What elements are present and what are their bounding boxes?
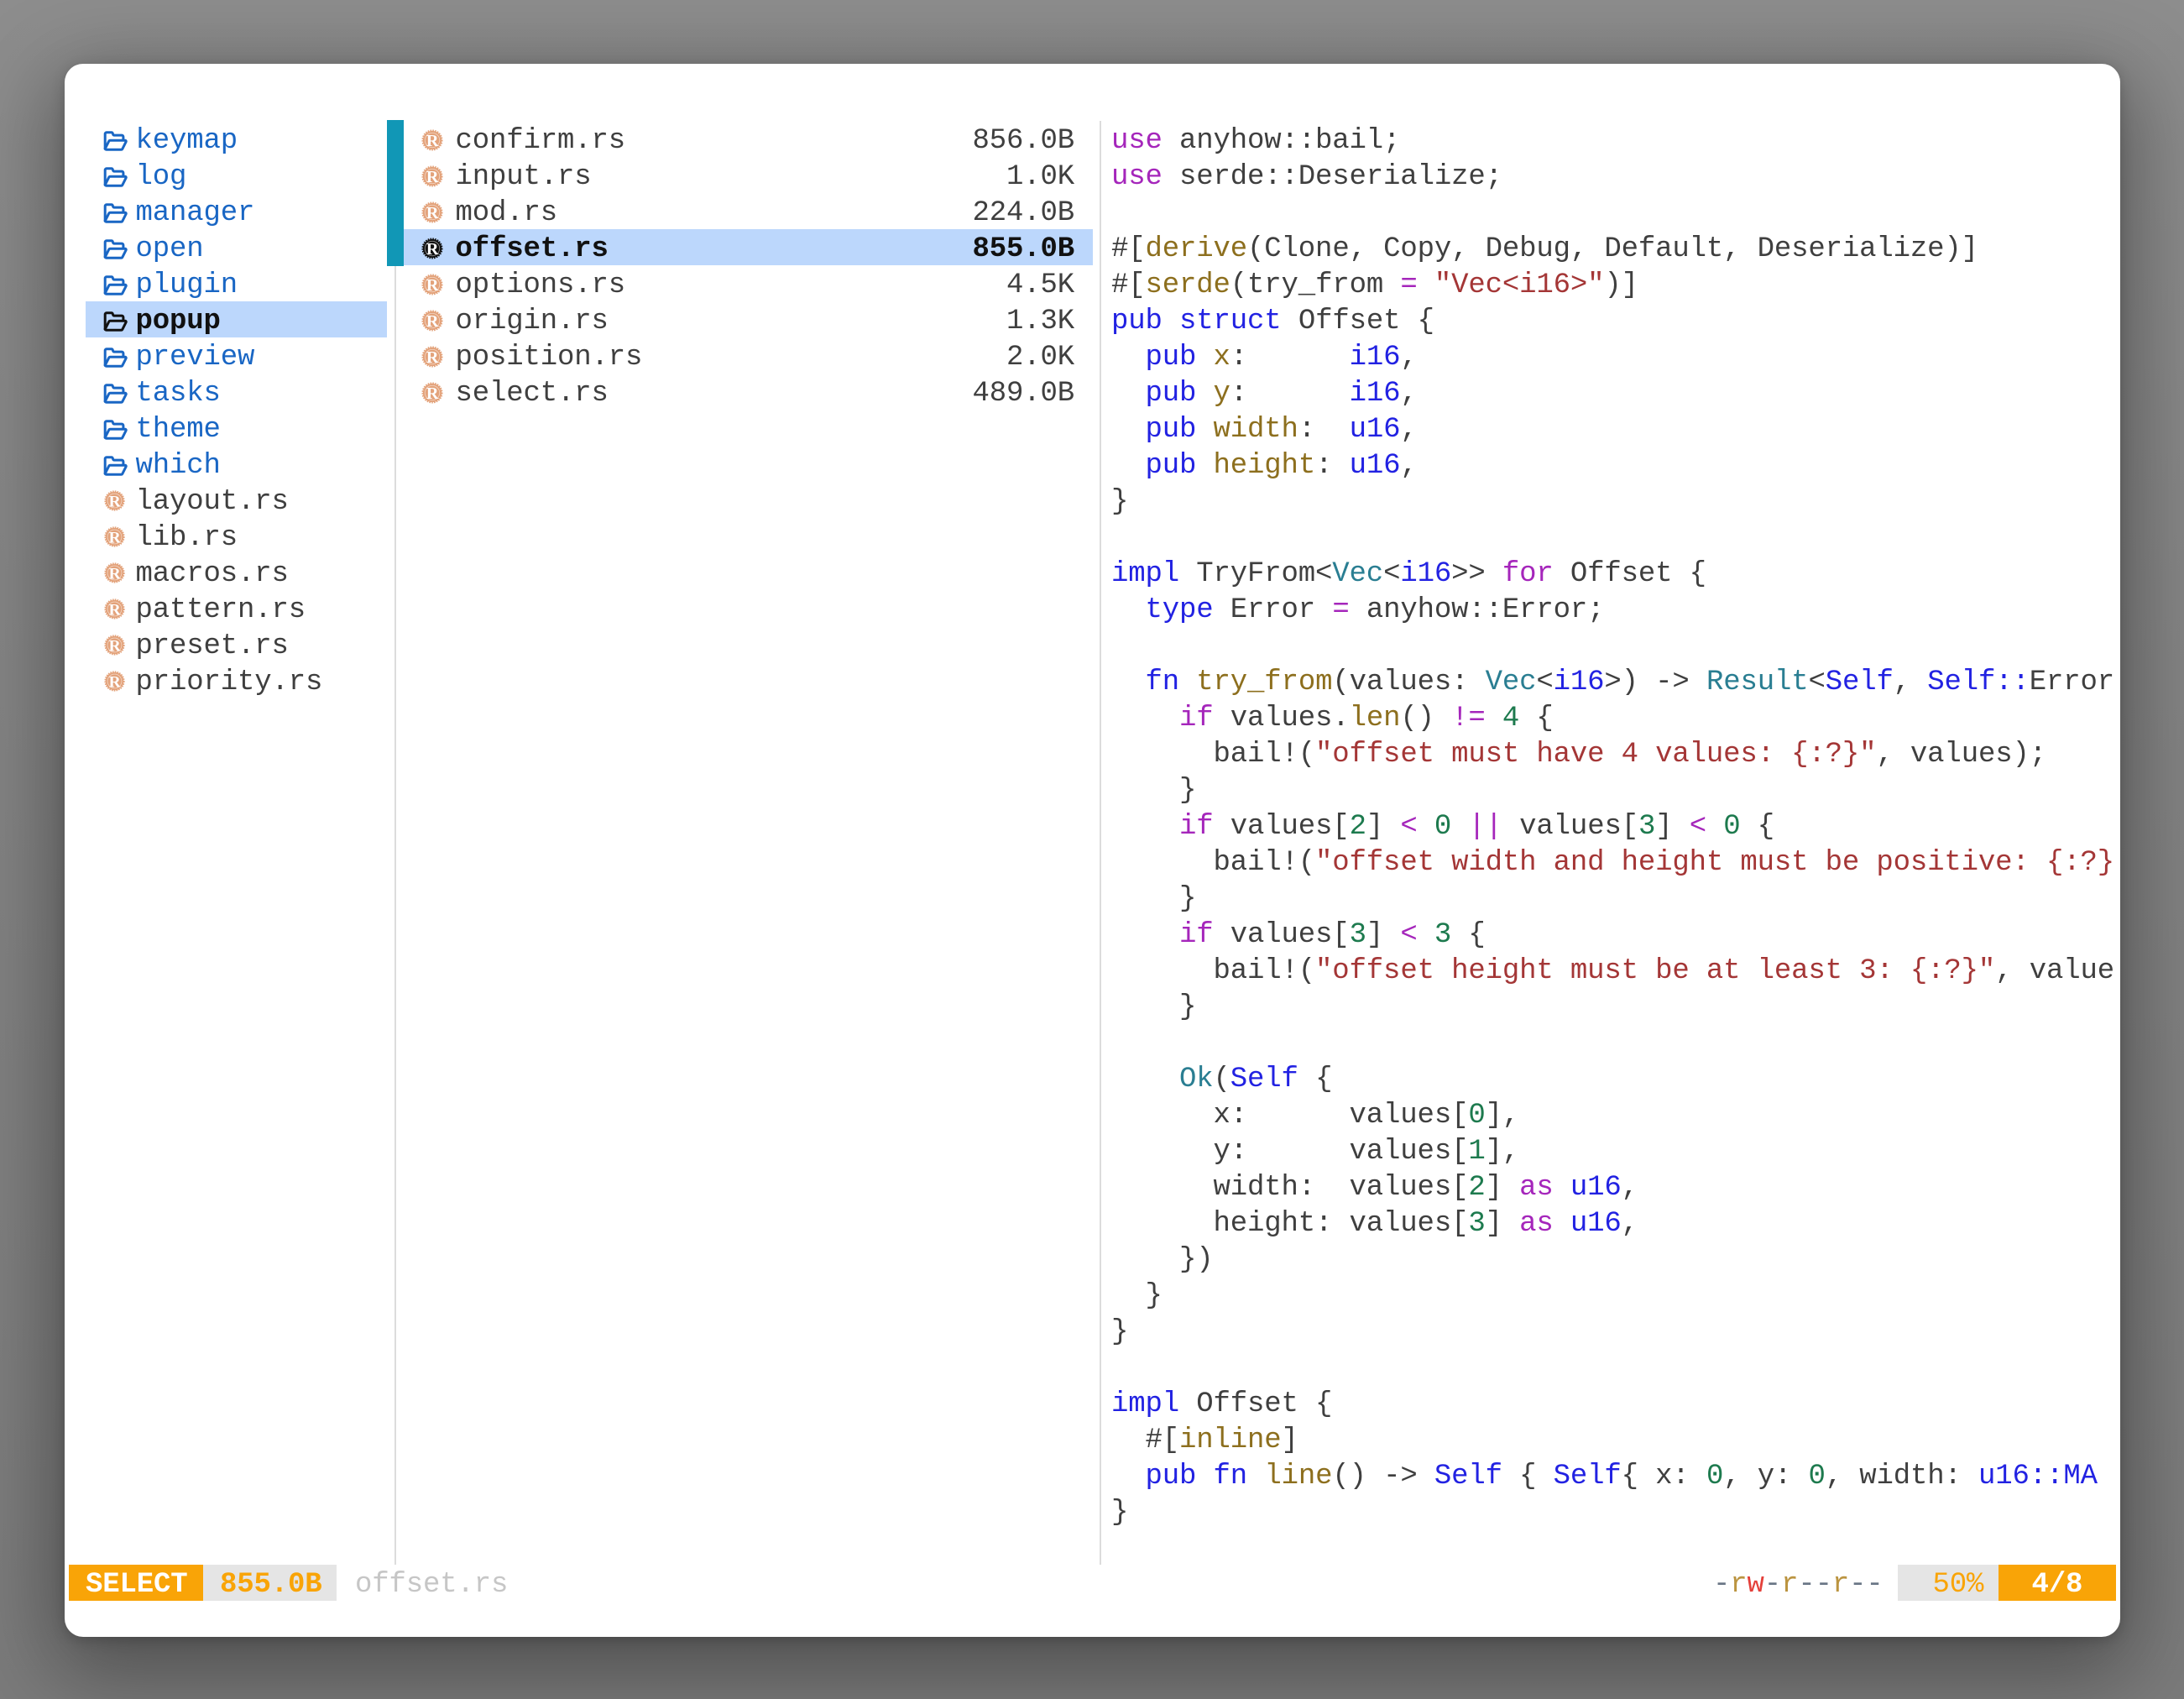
svg-text:R: R: [108, 529, 121, 546]
svg-text:R: R: [426, 168, 438, 186]
svg-text:R: R: [108, 493, 121, 510]
svg-text:R: R: [108, 637, 121, 655]
svg-text:R: R: [426, 348, 438, 367]
svg-text:R: R: [108, 673, 121, 691]
svg-text:R: R: [426, 384, 438, 403]
svg-text:R: R: [426, 132, 438, 150]
svg-text:R: R: [108, 565, 121, 583]
svg-text:R: R: [426, 204, 438, 222]
svg-text:R: R: [108, 601, 121, 619]
svg-text:R: R: [426, 312, 438, 331]
svg-text:R: R: [426, 240, 438, 259]
svg-text:R: R: [426, 276, 438, 295]
